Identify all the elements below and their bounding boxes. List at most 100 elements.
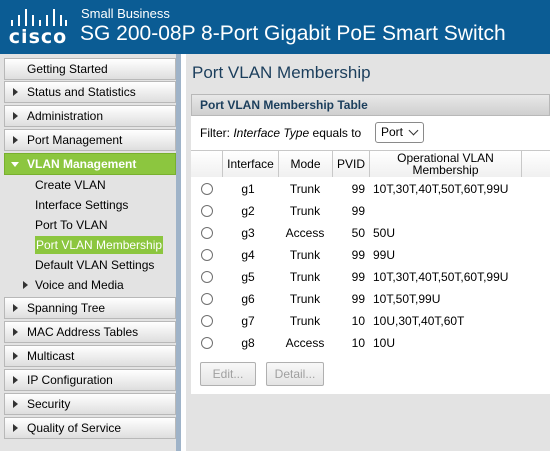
product-title: SG 200-08P 8-Port Gigabit PoE Smart Swit… [80, 22, 506, 45]
nav-item-ip-configuration[interactable]: IP Configuration [4, 369, 176, 391]
cell-pvid: 10 [351, 336, 365, 350]
nav-item-label: Port Management [27, 133, 123, 147]
expand-arrow-icon [13, 352, 18, 360]
cell-membership: 10T,30T,40T,50T,60T,99U [373, 270, 509, 284]
column-header-interface[interactable]: Interface [222, 151, 278, 177]
cell-interface: g8 [241, 336, 255, 350]
page-title: Port VLAN Membership [192, 63, 371, 82]
chevron-down-icon [408, 125, 419, 136]
cell-membership: 10T,50T,99U [373, 292, 441, 306]
cell-mode: Trunk [289, 314, 321, 328]
nav-item-label: Spanning Tree [27, 301, 106, 315]
expand-arrow-icon [13, 88, 18, 96]
cell-mode: Access [285, 336, 325, 350]
filter-label: Filter: Interface Type equals to [200, 126, 361, 140]
sub-item-voice-and-media[interactable]: Voice and Media [35, 276, 124, 294]
filter-field: Interface Type [233, 126, 310, 140]
cell-mode: Trunk [289, 248, 321, 262]
nav-item-administration[interactable]: Administration [4, 105, 176, 127]
cell-membership: 10U [373, 336, 396, 350]
row-radio[interactable] [201, 271, 213, 283]
cell-mode: Trunk [289, 204, 321, 218]
row-radio[interactable] [201, 337, 213, 349]
filter-operator: equals to [312, 126, 362, 140]
cell-pvid: 10 [351, 314, 365, 328]
sub-item-port-to-vlan[interactable]: Port To VLAN [35, 216, 107, 234]
expand-arrow-icon [13, 424, 18, 432]
membership-table-panel: Port VLAN Membership Table Filter: Inter… [191, 94, 550, 394]
expand-arrow-icon [13, 376, 18, 384]
table-row[interactable]: g8 Access 10 10U [191, 332, 550, 354]
cell-mode: Trunk [289, 182, 321, 196]
nav-item-spanning-tree[interactable]: Spanning Tree [4, 297, 176, 319]
cell-pvid: 99 [351, 204, 365, 218]
nav-item-getting-started[interactable]: Getting Started [4, 58, 176, 80]
edit-button[interactable]: Edit... [200, 362, 256, 386]
cisco-logo-text: cisco [8, 26, 68, 48]
table-row[interactable]: g6 Trunk 99 10T,50T,99U [191, 288, 550, 310]
sub-item-port-vlan-membership[interactable]: Port VLAN Membership [35, 236, 164, 254]
column-header-pvid[interactable]: PVID [332, 151, 369, 177]
expand-arrow-icon [13, 112, 18, 120]
nav-item-port-management[interactable]: Port Management [4, 129, 176, 151]
nav-item-mac-address-tables[interactable]: MAC Address Tables [4, 321, 176, 343]
nav-item-vlan-management[interactable]: VLAN Management [4, 153, 176, 175]
table-row[interactable]: g2 Trunk 99 [191, 200, 550, 222]
row-radio[interactable] [201, 315, 213, 327]
sub-item-interface-settings[interactable]: Interface Settings [35, 196, 128, 214]
cell-mode: Access [285, 226, 325, 240]
table-row[interactable]: g1 Trunk 99 10T,30T,40T,50T,60T,99U [191, 178, 550, 200]
cell-interface: g7 [241, 314, 255, 328]
cell-membership: 50U [373, 226, 396, 240]
interface-type-select[interactable]: Port [375, 122, 424, 143]
table-row[interactable]: g4 Trunk 99 99U [191, 244, 550, 266]
expand-arrow-icon [13, 328, 18, 336]
filler-column-header [521, 151, 550, 177]
nav-item-label: Quality of Service [27, 421, 122, 435]
select-column-header [191, 151, 222, 177]
cell-interface: g6 [241, 292, 255, 306]
sidebar: Getting Started Status and Statistics Ad… [0, 54, 181, 451]
expand-arrow-icon [13, 304, 18, 312]
cisco-logo: cisco [7, 4, 69, 50]
table-row[interactable]: g5 Trunk 99 10T,30T,40T,50T,60T,99U [191, 266, 550, 288]
cell-interface: g4 [241, 248, 255, 262]
detail-button[interactable]: Detail... [266, 362, 324, 386]
nav-item-multicast[interactable]: Multicast [4, 345, 176, 367]
column-header-membership[interactable]: Operational VLAN Membership [369, 151, 521, 177]
row-radio[interactable] [201, 205, 213, 217]
cell-pvid: 99 [351, 270, 365, 284]
cell-membership: 99U [373, 248, 396, 262]
interface-type-select-value: Port [381, 125, 404, 139]
row-radio[interactable] [201, 293, 213, 305]
filter-prefix: Filter: [200, 126, 230, 140]
filter-row: Filter: Interface Type equals to Port [191, 117, 550, 150]
column-header-mode[interactable]: Mode [278, 151, 332, 177]
row-radio[interactable] [201, 227, 213, 239]
sub-item-default-vlan-settings[interactable]: Default VLAN Settings [35, 256, 154, 274]
cell-pvid: 99 [351, 248, 365, 262]
nav-item-label: Status and Statistics [27, 85, 136, 99]
collapse-arrow-icon [11, 162, 19, 167]
nav-item-label: VLAN Management [27, 157, 137, 171]
row-radio[interactable] [201, 249, 213, 261]
nav-item-quality-of-service[interactable]: Quality of Service [4, 417, 176, 439]
nav-item-label: IP Configuration [27, 373, 113, 387]
cell-mode: Trunk [289, 292, 321, 306]
table-row[interactable]: g7 Trunk 10 10U,30T,40T,60T [191, 310, 550, 332]
cell-pvid: 50 [351, 226, 365, 240]
app-header: cisco Small Business SG 200-08P 8-Port G… [0, 0, 550, 54]
nav-item-status-and-statistics[interactable]: Status and Statistics [4, 81, 176, 103]
main-content: Port VLAN Membership Port VLAN Membershi… [186, 54, 550, 451]
nav-item-security[interactable]: Security [4, 393, 176, 415]
expand-arrow-icon [13, 400, 18, 408]
cell-pvid: 99 [351, 292, 365, 306]
table-row[interactable]: g3 Access 50 50U [191, 222, 550, 244]
sub-item-create-vlan[interactable]: Create VLAN [35, 176, 106, 194]
cell-interface: g2 [241, 204, 255, 218]
row-radio[interactable] [201, 183, 213, 195]
cell-mode: Trunk [289, 270, 321, 284]
nav-item-label: MAC Address Tables [27, 325, 139, 339]
nav-item-label: Getting Started [27, 62, 108, 76]
cell-interface: g3 [241, 226, 255, 240]
